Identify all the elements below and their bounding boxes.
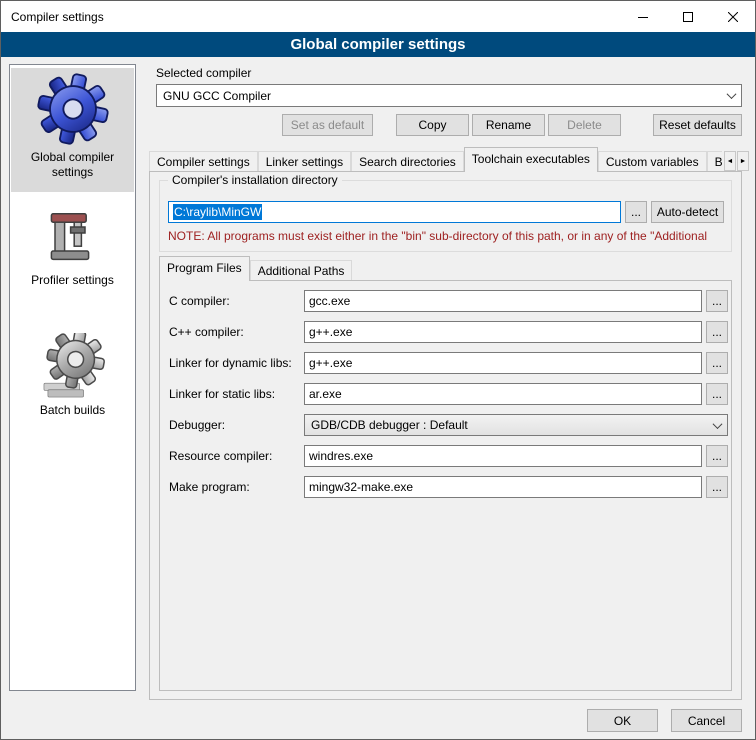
tab-additional-paths[interactable]: Additional Paths bbox=[250, 260, 353, 280]
sidebar-item-label: Profiler settings bbox=[11, 273, 134, 288]
tab-linker-settings[interactable]: Linker settings bbox=[258, 151, 351, 171]
c-compiler-value: gcc.exe bbox=[309, 294, 350, 308]
cpp-compiler-browse-button[interactable]: ... bbox=[706, 321, 728, 343]
window-title: Compiler settings bbox=[11, 10, 104, 24]
gray-gear-stack-icon bbox=[11, 333, 134, 399]
close-button[interactable] bbox=[710, 1, 755, 32]
set-as-default-button[interactable]: Set as default bbox=[282, 114, 373, 136]
sidebar-item-profiler-settings[interactable]: Profiler settings bbox=[11, 205, 134, 297]
selected-compiler-label: Selected compiler bbox=[156, 66, 251, 80]
minimize-icon bbox=[638, 12, 648, 22]
compiler-select[interactable]: GNU GCC Compiler bbox=[156, 84, 742, 107]
sidebar-item-label: Global compiler settings bbox=[11, 150, 134, 180]
chevron-down-icon bbox=[721, 85, 741, 106]
minimize-button[interactable] bbox=[620, 1, 665, 32]
c-compiler-label: C compiler: bbox=[169, 290, 230, 312]
sidebar: Global compiler settings Profiler settin… bbox=[9, 64, 136, 691]
installation-directory-input[interactable]: C:\raylib\MinGW bbox=[168, 201, 621, 223]
window-controls bbox=[620, 1, 755, 32]
resource-compiler-input[interactable]: windres.exe bbox=[304, 445, 702, 467]
installation-directory-value: C:\raylib\MinGW bbox=[173, 204, 262, 220]
linker-dynamic-label: Linker for dynamic libs: bbox=[169, 352, 292, 374]
cpp-compiler-input[interactable]: g++.exe bbox=[304, 321, 702, 343]
maximize-icon bbox=[683, 12, 693, 22]
tab-custom-variables[interactable]: Custom variables bbox=[598, 151, 707, 171]
debugger-value: GDB/CDB debugger : Default bbox=[311, 418, 468, 432]
linker-static-input[interactable]: ar.exe bbox=[304, 383, 702, 405]
resource-compiler-label: Resource compiler: bbox=[169, 445, 272, 467]
auto-detect-button[interactable]: Auto-detect bbox=[651, 201, 724, 223]
dialog-header: Global compiler settings bbox=[1, 32, 755, 57]
make-program-label: Make program: bbox=[169, 476, 250, 498]
delete-button[interactable]: Delete bbox=[548, 114, 621, 136]
resource-compiler-browse-button[interactable]: ... bbox=[706, 445, 728, 467]
tab-search-directories[interactable]: Search directories bbox=[351, 151, 464, 171]
resource-compiler-value: windres.exe bbox=[309, 449, 373, 463]
installation-directory-group-title: Compiler's installation directory bbox=[168, 173, 342, 187]
linker-static-value: ar.exe bbox=[309, 387, 342, 401]
tab-scroll-left-button[interactable]: ◄ bbox=[724, 151, 736, 171]
titlebar[interactable]: Compiler settings bbox=[1, 1, 755, 32]
c-compiler-browse-button[interactable]: ... bbox=[706, 290, 728, 312]
scroll-right-icon: ► bbox=[740, 158, 747, 165]
scroll-left-icon: ◄ bbox=[727, 158, 734, 165]
debugger-select[interactable]: GDB/CDB debugger : Default bbox=[304, 414, 728, 436]
make-program-value: mingw32-make.exe bbox=[309, 480, 413, 494]
linker-dynamic-input[interactable]: g++.exe bbox=[304, 352, 702, 374]
profiler-clamp-icon bbox=[11, 209, 134, 269]
linker-dynamic-value: g++.exe bbox=[309, 356, 352, 370]
installation-note: NOTE: All programs must exist either in … bbox=[168, 229, 726, 243]
tab-scroll-right-button[interactable]: ► bbox=[737, 151, 749, 171]
dialog-header-text: Global compiler settings bbox=[290, 36, 465, 53]
sidebar-item-label: Batch builds bbox=[11, 403, 134, 418]
debugger-label: Debugger: bbox=[169, 414, 225, 436]
linker-static-browse-button[interactable]: ... bbox=[706, 383, 728, 405]
chevron-down-icon bbox=[707, 415, 727, 435]
installation-directory-browse-button[interactable]: ... bbox=[625, 201, 647, 223]
tab-program-files[interactable]: Program Files bbox=[159, 256, 250, 281]
tab-toolchain-executables[interactable]: Toolchain executables bbox=[464, 147, 598, 172]
close-icon bbox=[728, 12, 738, 22]
blue-gear-icon bbox=[11, 72, 134, 146]
tab-build-truncated[interactable]: Builc bbox=[707, 151, 722, 171]
rename-button[interactable]: Rename bbox=[472, 114, 545, 136]
cancel-button[interactable]: Cancel bbox=[671, 709, 742, 732]
sub-tab-bar: Program Files Additional Paths bbox=[159, 256, 352, 281]
linker-static-label: Linker for static libs: bbox=[169, 383, 275, 405]
compiler-settings-dialog: Compiler settings Global compiler settin… bbox=[0, 0, 756, 740]
ok-button[interactable]: OK bbox=[587, 709, 658, 732]
copy-button[interactable]: Copy bbox=[396, 114, 469, 136]
cpp-compiler-value: g++.exe bbox=[309, 325, 352, 339]
sidebar-item-global-compiler-settings[interactable]: Global compiler settings bbox=[11, 68, 134, 192]
reset-defaults-button[interactable]: Reset defaults bbox=[653, 114, 742, 136]
compiler-select-value: GNU GCC Compiler bbox=[163, 89, 271, 103]
sidebar-item-batch-builds[interactable]: Batch builds bbox=[11, 329, 134, 421]
installation-directory-group: Compiler's installation directory C:\ray… bbox=[159, 180, 732, 252]
tab-bar: Compiler settings Linker settings Search… bbox=[149, 147, 722, 172]
linker-dynamic-browse-button[interactable]: ... bbox=[706, 352, 728, 374]
maximize-button[interactable] bbox=[665, 1, 710, 32]
c-compiler-input[interactable]: gcc.exe bbox=[304, 290, 702, 312]
make-program-input[interactable]: mingw32-make.exe bbox=[304, 476, 702, 498]
cpp-compiler-label: C++ compiler: bbox=[169, 321, 244, 343]
tab-compiler-settings[interactable]: Compiler settings bbox=[149, 151, 258, 171]
make-program-browse-button[interactable]: ... bbox=[706, 476, 728, 498]
